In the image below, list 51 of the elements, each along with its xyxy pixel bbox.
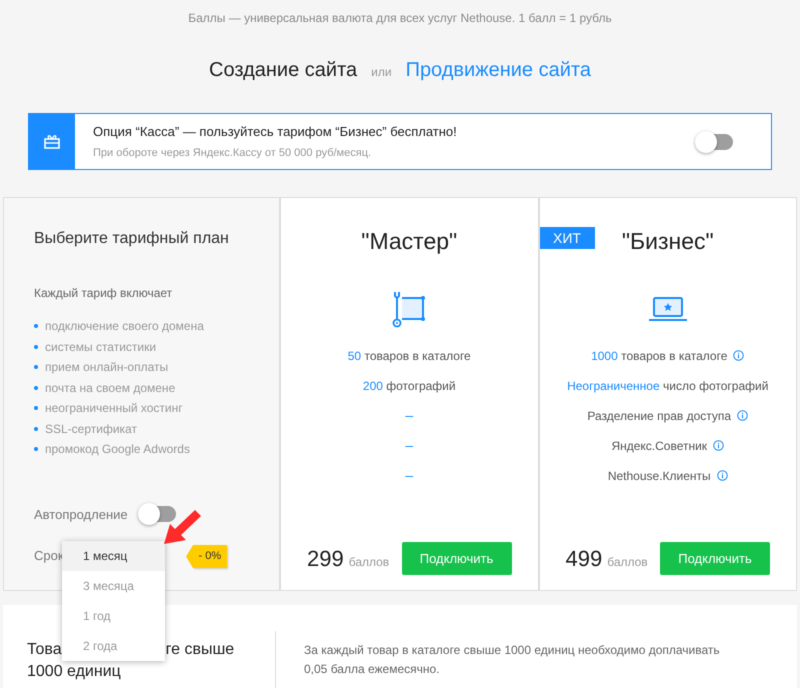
- promo-subtitle: При обороте через Яндекс.Кассу от 50 000 руб/месяц.: [93, 146, 372, 160]
- plan-title: "Мастер": [361, 227, 458, 256]
- included-feature: прием онлайн-оплаты: [45, 359, 168, 376]
- autorenew-label: Автопродление: [34, 506, 128, 524]
- connect-button[interactable]: Подключить: [402, 542, 512, 575]
- connect-button[interactable]: Подключить: [660, 542, 770, 575]
- plan-feature: Яндекс.Советник: [611, 438, 708, 454]
- included-feature: почта на своем домене: [45, 380, 176, 397]
- included-feature: системы статистики: [45, 338, 156, 356]
- includes-label: Каждый тариф включает: [34, 285, 174, 302]
- info-icon[interactable]: [713, 440, 724, 451]
- included-feature: неограниченный хостинг: [45, 400, 183, 418]
- plan-feature: Неограниченное число фотографий: [567, 378, 768, 394]
- price-unit: баллов: [348, 554, 390, 571]
- plan-title: "Бизнес": [622, 227, 714, 256]
- wrench-frame-icon: [392, 290, 426, 328]
- plan-feature: Nethouse.Клиенты: [608, 468, 711, 484]
- plan-feature: Разделение прав доступа: [587, 408, 732, 424]
- dash-mark: –: [405, 406, 414, 425]
- dropdown-option[interactable]: 1 месяц: [62, 541, 165, 571]
- info-icon[interactable]: [716, 470, 728, 481]
- dash-mark: –: [405, 466, 414, 485]
- separator-text: или: [371, 64, 392, 81]
- info-icon[interactable]: [733, 350, 744, 361]
- price-unit: баллов: [607, 554, 648, 571]
- plan-feature: 1000 товаров в каталоге: [591, 348, 728, 364]
- laptop-star-icon: [648, 296, 687, 322]
- gift-icon: [44, 134, 60, 148]
- plan-feature: 200 фотографий: [362, 378, 456, 394]
- plan-intro-title: Выберите тарифный план: [34, 229, 230, 249]
- plan-price: 499: [566, 545, 602, 573]
- hit-badge: ХИТ: [540, 227, 594, 249]
- dropdown-option[interactable]: 1 год: [62, 601, 165, 631]
- plan-price: 299: [307, 545, 344, 573]
- info-icon[interactable]: [737, 410, 748, 421]
- extra-heading-fragment: ге свыше: [166, 640, 234, 660]
- promo-title: Опция “Касса” — пользуйтесь тарифом “Бизнес” бесплатно!: [93, 123, 457, 141]
- info-line: Баллы — универсальная валюта для всех услуг Nethouse. 1 балл = 1 рубль: [188, 10, 612, 27]
- included-feature: подключение своего домена: [45, 318, 204, 336]
- included-feature: SSL-сертификат: [45, 420, 137, 438]
- extra-heading-line: 1000 единиц: [27, 662, 121, 682]
- dropdown-option[interactable]: 2 года: [62, 631, 165, 661]
- extra-heading-fragment: Това: [27, 640, 62, 660]
- promotion-link[interactable]: Продвижение сайта: [406, 55, 591, 85]
- dropdown-option[interactable]: 3 месяца: [62, 571, 165, 601]
- pointer-arrow-icon: [162, 508, 202, 546]
- included-feature: промокод Google Adwords: [45, 441, 190, 458]
- extra-description: За каждый товар в каталоге свыше 1000 единиц необходимо доплачивать 0,05 балла ежемесячно.: [304, 642, 721, 678]
- plan-feature: 50 товаров в каталоге: [348, 348, 471, 364]
- page-heading: Создание сайта: [209, 58, 358, 83]
- dash-mark: –: [405, 436, 414, 455]
